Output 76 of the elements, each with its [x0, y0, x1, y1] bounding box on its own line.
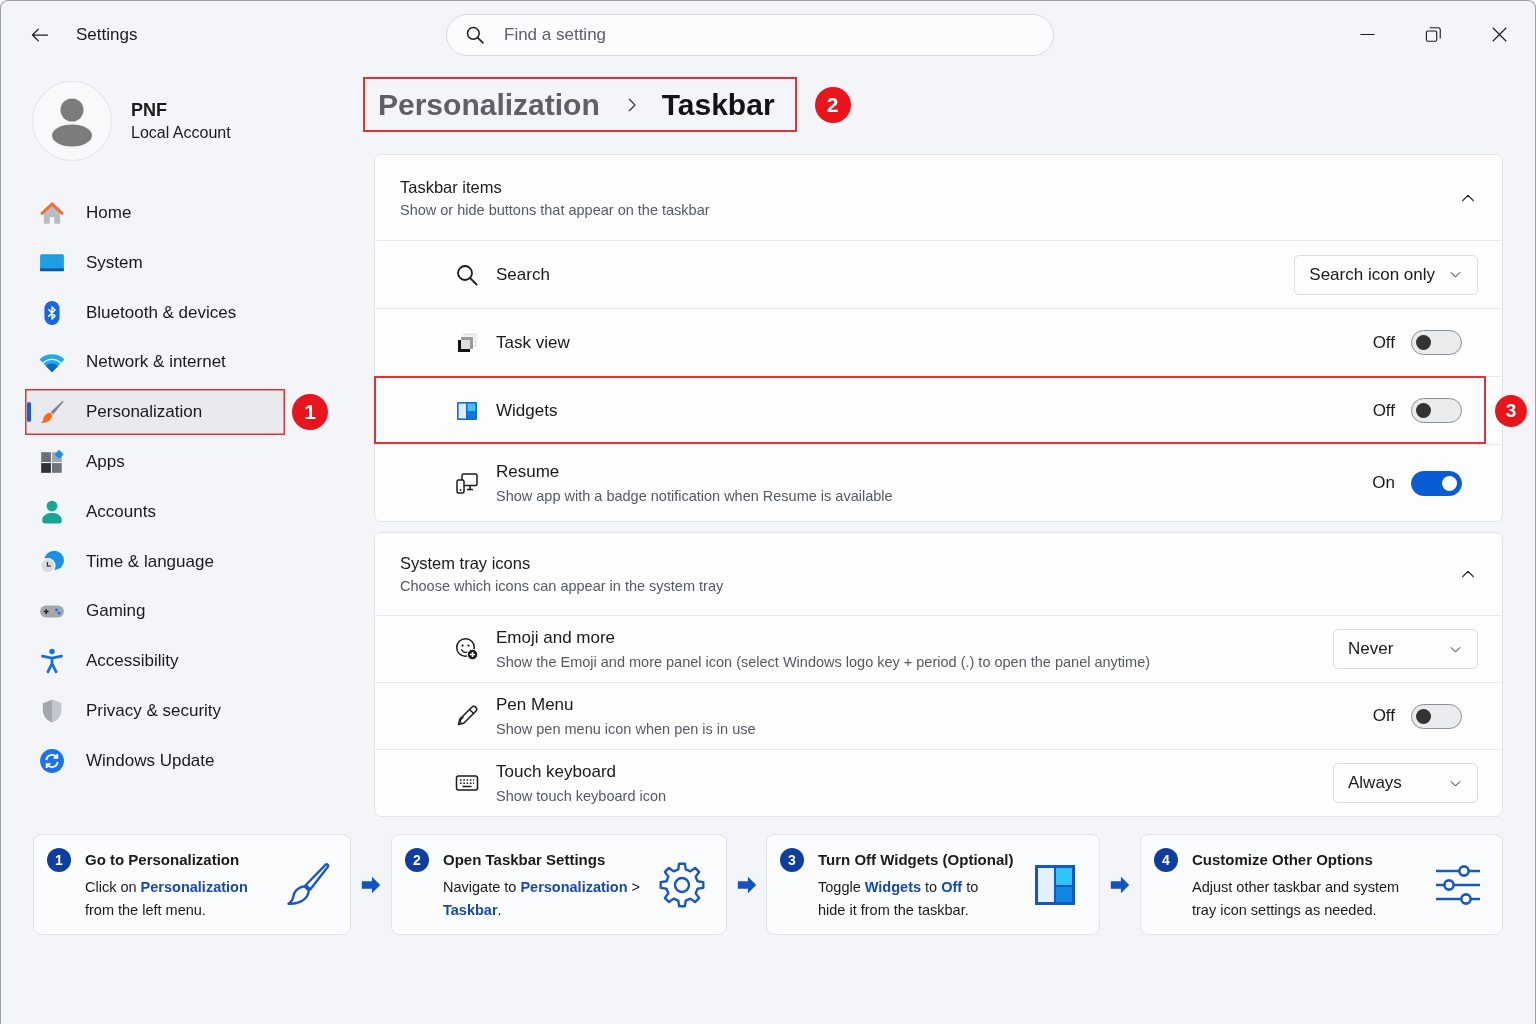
callout-badge: 2: [814, 86, 851, 123]
toggle-switch[interactable]: [1411, 703, 1462, 729]
avatar-icon: [32, 81, 112, 161]
smiley-plus-icon: [455, 637, 479, 661]
section-title: System tray icons: [400, 553, 532, 574]
sidebar-item[interactable]: Network & internet: [25, 339, 285, 386]
sidebar-item[interactable]: Accounts: [25, 488, 285, 535]
dropdown[interactable]: Always: [1333, 763, 1478, 803]
callout-badge: 3: [1495, 394, 1527, 427]
sidebar-item[interactable]: Windows Update: [25, 737, 285, 784]
step-number-badge: 1: [47, 848, 71, 872]
setting-description: Show touch keyboard icon: [496, 786, 667, 806]
sidebar-item[interactable]: Apps: [25, 439, 285, 485]
search-icon: [465, 24, 485, 45]
sidebar-item[interactable]: Gaming: [25, 588, 285, 635]
toggle-switch[interactable]: [1411, 470, 1462, 496]
search-field[interactable]: Find a setting: [446, 13, 1054, 56]
breadcrumb-parent[interactable]: Personalization: [378, 87, 600, 122]
setting-label: Resume: [496, 460, 561, 483]
step-text: Click on Personalization from the left menu.: [85, 878, 249, 920]
devices-icon: [455, 471, 479, 495]
dropdown[interactable]: Search icon only: [1294, 254, 1478, 295]
toggle-state-label: Off: [1372, 332, 1395, 353]
toggle-switch[interactable]: [1411, 330, 1462, 355]
toggle-state-label: Off: [1372, 400, 1395, 421]
search-icon: [455, 262, 479, 287]
refresh-icon: [39, 747, 65, 774]
window-title: Settings: [76, 24, 138, 45]
setting-description: Show the Emoji and more panel icon (select Windows logo key + period (.) to open the panel anytime): [496, 652, 1151, 672]
home-icon: [39, 200, 65, 226]
apps-grid-icon: [39, 449, 65, 475]
stacked-squares-icon: [455, 330, 479, 355]
sidebar-item[interactable]: System: [25, 239, 285, 286]
step-text: Navigate to Personalization > Taskbar.: [443, 878, 642, 920]
setting-label: Widgets: [496, 399, 558, 422]
setting-label: Pen Menu: [496, 693, 575, 716]
sidebar-item[interactable]: Privacy & security: [25, 687, 285, 734]
globe-clock-icon: [39, 548, 65, 575]
step-text: Adjust other taskbar and system tray icon settings as needed.: [1192, 878, 1401, 920]
setting-label: Search: [496, 263, 550, 286]
restore-icon[interactable]: [1425, 26, 1442, 43]
step-number-badge: 3: [780, 848, 804, 872]
sidebar-item[interactable]: Time & language: [25, 538, 285, 585]
dropdown[interactable]: Never: [1333, 629, 1478, 669]
pen-icon: [455, 704, 479, 728]
step-title: Turn Off Widgets (Optional): [818, 850, 1014, 870]
account-type: Local Account: [131, 123, 231, 143]
setting-description: Show app with a badge notification when Resume is available: [496, 486, 893, 506]
step-title: Go to Personalization: [85, 850, 241, 870]
section-description: Show or hide buttons that appear on the taskbar: [400, 200, 710, 220]
step-number-badge: 4: [1154, 848, 1178, 872]
sidebar-item[interactable]: Home: [25, 190, 285, 236]
toggle-state-label: On: [1372, 473, 1395, 493]
step-title: Customize Other Options: [1192, 850, 1374, 870]
setting-description: Show pen menu icon when pen is in use: [496, 719, 756, 739]
setting-label: Emoji and more: [496, 626, 617, 649]
toggle-state-label: Off: [1372, 706, 1395, 726]
callout-badge: 1: [292, 394, 328, 431]
step-number-badge: 2: [405, 848, 429, 872]
gear-icon: [658, 860, 706, 909]
setting-label: Touch keyboard: [496, 760, 618, 783]
step-title: Open Taskbar Settings: [443, 850, 607, 870]
accessibility-icon: [39, 648, 65, 675]
step-text: Toggle Widgets to Off to hide it from the taskbar.: [818, 878, 980, 920]
account-name: PNF: [131, 99, 168, 122]
sidebar-item[interactable]: Accessibility: [25, 638, 285, 685]
setting-label: Task view: [496, 331, 570, 354]
paintbrush-icon: [39, 399, 65, 426]
sidebar-item[interactable]: Personalization: [25, 389, 285, 436]
section-description: Choose which icons can appear in the system tray: [400, 577, 724, 596]
section-title: Taskbar items: [400, 176, 503, 198]
person-icon: [39, 498, 65, 525]
toggle-switch[interactable]: [1411, 398, 1462, 423]
sidebar-item[interactable]: Bluetooth & devices: [25, 289, 285, 336]
page-title: Taskbar: [661, 87, 775, 122]
close-icon[interactable]: [1491, 26, 1508, 43]
